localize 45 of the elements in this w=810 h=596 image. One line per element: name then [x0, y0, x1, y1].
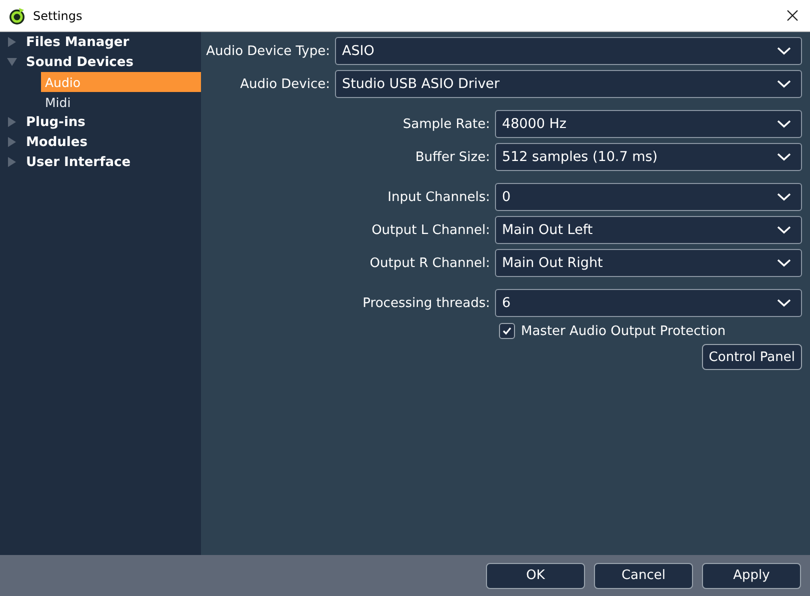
tree-item[interactable]: User Interface — [26, 154, 131, 170]
chevron-down-icon — [777, 153, 791, 161]
dialog-button[interactable]: OK — [486, 562, 585, 588]
chevron-down-icon — [777, 226, 791, 234]
field-label: Audio Device: — [239, 76, 331, 92]
tree-item[interactable]: Midi — [41, 92, 201, 112]
checkbox-label: Master Audio Output Protection — [521, 324, 726, 338]
chevron-down-icon — [777, 299, 791, 307]
tree-item[interactable]: Plug-ins — [26, 114, 86, 130]
dropdown[interactable]: 6 — [495, 289, 802, 317]
dialog-button[interactable]: Cancel — [594, 562, 693, 588]
field-label: Sample Rate: — [402, 116, 491, 132]
chevron-down-icon — [777, 120, 791, 128]
tree-item[interactable]: Modules — [26, 134, 88, 150]
control-panel-button[interactable]: Control Panel — [702, 344, 802, 370]
chevron-down-icon — [777, 259, 791, 267]
collapsed-arrow-icon[interactable] — [7, 117, 17, 127]
field-label: Input Channels: — [386, 190, 491, 204]
close-icon[interactable] — [787, 10, 798, 21]
chevron-down-icon — [777, 193, 791, 201]
dropdown[interactable]: Main Out Right — [495, 249, 802, 277]
field-label: Buffer Size: — [414, 150, 491, 164]
dropdown[interactable]: Main Out Left — [495, 216, 802, 244]
field-label: Processing threads: — [362, 296, 491, 310]
chevron-down-icon — [777, 47, 791, 55]
checkbox[interactable] — [499, 323, 515, 339]
dropdown[interactable]: 512 samples (10.7 ms) — [495, 143, 802, 171]
dropdown[interactable]: Studio USB ASIO Driver — [335, 70, 802, 98]
collapsed-arrow-icon[interactable] — [7, 137, 17, 147]
field-label: Output L Channel: — [370, 222, 491, 238]
field-label: Output R Channel: — [368, 256, 491, 270]
app-logo-icon — [8, 6, 26, 24]
tree-item[interactable]: Sound Devices — [26, 54, 134, 70]
collapsed-arrow-icon[interactable] — [7, 157, 17, 167]
expanded-arrow-icon[interactable] — [7, 57, 17, 67]
dialog-button[interactable]: Apply — [702, 562, 801, 588]
dropdown[interactable]: ASIO — [335, 37, 802, 65]
checkmark-icon — [502, 326, 512, 336]
chevron-down-icon — [777, 80, 791, 88]
tree-item[interactable]: Files Manager — [26, 34, 130, 50]
collapsed-arrow-icon[interactable] — [7, 37, 17, 47]
dropdown[interactable]: 48000 Hz — [495, 110, 802, 138]
field-label: Audio Device Type: — [205, 44, 331, 58]
dropdown[interactable]: 0 — [495, 183, 802, 211]
window-title: Settings — [33, 8, 84, 22]
